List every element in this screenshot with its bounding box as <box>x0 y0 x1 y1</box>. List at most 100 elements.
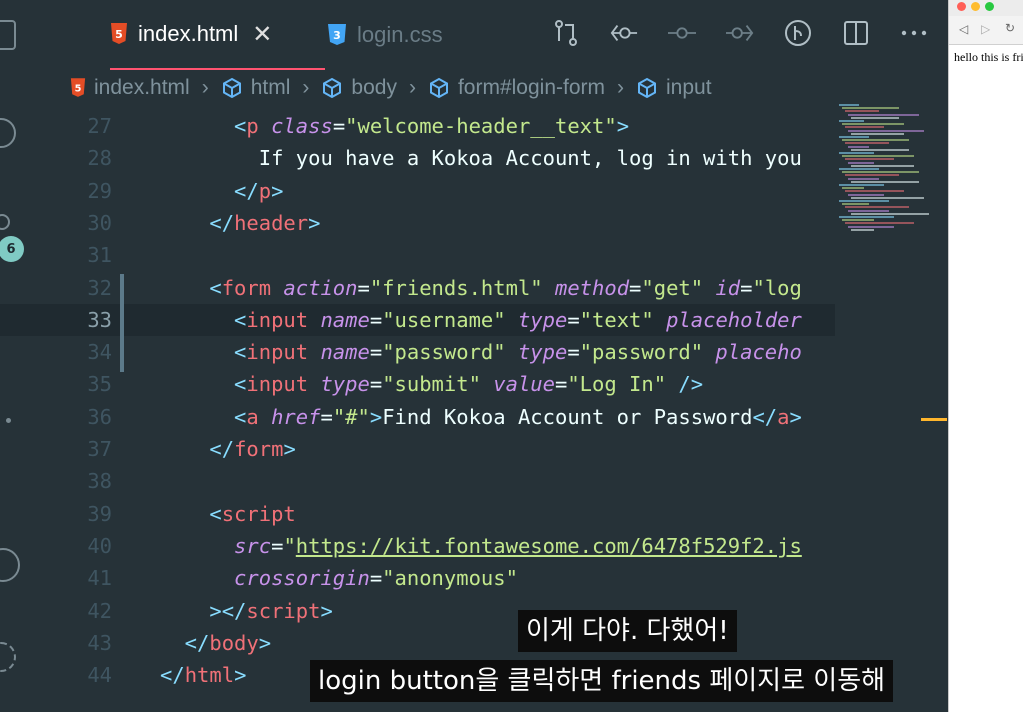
code-line[interactable]: 37 </form> <box>0 433 835 465</box>
minimap-line <box>851 212 929 215</box>
minimap-line <box>845 110 879 113</box>
code-text: <input type="submit" value="Log In" /> <box>160 372 704 397</box>
code-line[interactable]: 31 <box>0 239 835 271</box>
more-icon[interactable] <box>900 18 928 48</box>
window-controls <box>949 0 1023 16</box>
minimap-line <box>839 216 894 218</box>
code-line[interactable]: 39 <script <box>0 498 835 530</box>
code-line[interactable]: 30 </header> <box>0 207 835 239</box>
go-forward-commit-icon[interactable] <box>726 18 754 48</box>
compare-changes-icon[interactable] <box>552 18 580 48</box>
scrollbar-marker[interactable] <box>921 418 947 421</box>
breadcrumb-item[interactable]: index.html <box>94 76 190 100</box>
line-number: 31 <box>87 243 112 268</box>
minimap-line <box>851 148 909 151</box>
git-modified-gutter <box>120 274 124 372</box>
zoom-dot-icon[interactable] <box>985 2 994 11</box>
minimap-line <box>851 116 899 119</box>
go-back-commit-icon[interactable] <box>610 18 638 48</box>
breadcrumb-item[interactable]: form#login-form <box>458 76 605 100</box>
line-number: 33 <box>87 307 112 332</box>
code-line[interactable]: 40 src="https://kit.fontawesome.com/6478… <box>0 530 835 562</box>
minimize-dot-icon[interactable] <box>971 2 980 11</box>
minimap-line <box>842 139 909 142</box>
forward-icon[interactable]: ▷ <box>981 22 990 36</box>
minimap-line <box>851 164 914 167</box>
minimap-line <box>845 174 899 177</box>
chevron-right-icon: › <box>408 76 416 99</box>
subtitle-line-1: 이게 다야. 다했어! <box>518 610 737 652</box>
split-editor-icon[interactable] <box>842 18 870 48</box>
line-number: 36 <box>87 404 112 429</box>
minimap-line <box>848 177 879 180</box>
code-line[interactable]: 29 </p> <box>0 175 835 207</box>
minimap[interactable] <box>835 104 929 244</box>
back-icon[interactable]: ◁ <box>959 22 968 36</box>
code-line[interactable]: 33 <input name="username" type="text" pl… <box>0 303 835 336</box>
close-dot-icon[interactable] <box>957 2 966 11</box>
line-number: 34 <box>87 340 112 365</box>
minimap-line <box>839 152 874 154</box>
tab-login-css[interactable]: 3 login.css <box>327 0 443 70</box>
code-line[interactable]: 28 If you have a Kokoa Account, log in w… <box>0 142 835 174</box>
code-text: <p class="welcome-header__text"> <box>160 114 630 138</box>
line-number: 42 <box>87 598 112 623</box>
code-line[interactable]: 32 <form action="friends.html" method="g… <box>0 272 835 304</box>
minimap-line <box>848 145 869 148</box>
code-text: <a href="#">Find Kokoa Account or Passwo… <box>160 404 802 429</box>
line-number: 41 <box>87 566 112 591</box>
minimap-line <box>839 120 864 122</box>
minimap-line <box>851 228 874 231</box>
minimap-line <box>851 132 904 135</box>
minimap-line <box>842 155 914 158</box>
code-text: src="https://kit.fontawesome.com/6478f52… <box>160 533 802 558</box>
code-text: </html> <box>160 663 247 688</box>
minimap-line <box>842 171 919 174</box>
code-line[interactable]: 34 <input name="password" type="password… <box>0 336 835 368</box>
cube-icon <box>222 77 241 99</box>
code-line[interactable]: 36 <a href="#">Find Kokoa Account or Pas… <box>0 401 835 433</box>
reload-icon[interactable]: ↻ <box>1005 21 1015 35</box>
line-number: 32 <box>87 275 112 300</box>
code-line[interactable]: 27 <p class="welcome-header__text"> <box>0 110 835 142</box>
minimap-line <box>851 196 924 199</box>
chevron-right-icon: › <box>201 76 209 99</box>
line-number: 44 <box>87 663 112 688</box>
html5-icon: 5 <box>111 23 127 44</box>
commit-icon[interactable] <box>668 18 696 48</box>
minimap-line <box>842 107 899 110</box>
svg-text:5: 5 <box>75 84 82 95</box>
minimap-line <box>839 184 884 186</box>
git-lens-icon[interactable] <box>784 18 812 48</box>
cube-icon <box>429 77 448 99</box>
code-line[interactable]: 38 <box>0 465 835 497</box>
close-icon[interactable]: ✕ <box>252 20 272 49</box>
code-text: ></script> <box>160 598 333 623</box>
code-line[interactable]: 41 crossorigin="anonymous" <box>0 562 835 594</box>
subtitle-line-2: login button을 클릭하면 friends 페이지로 이동해 <box>310 660 894 702</box>
minimap-line <box>842 123 904 126</box>
breadcrumb-item[interactable]: input <box>666 76 712 100</box>
browser-preview: ◁ ▷ ↻ hello this is frie <box>948 0 1023 712</box>
minimap-line <box>848 193 884 196</box>
html5-icon: 5 <box>70 78 86 97</box>
chevron-right-icon: › <box>617 76 624 99</box>
minimap-line <box>848 225 894 228</box>
css3-icon: 3 <box>328 24 346 45</box>
tab-index-html[interactable]: 5 index.html ✕ <box>110 0 325 70</box>
minimap-line <box>839 168 879 170</box>
minimap-line <box>842 203 869 206</box>
browser-toolbar: ◁ ▷ ↻ <box>949 16 1023 45</box>
code-line[interactable]: 35 <input type="submit" value="Log In" /… <box>0 368 835 400</box>
line-number: 29 <box>87 178 112 203</box>
line-number: 37 <box>87 437 112 461</box>
minimap-line <box>848 129 924 132</box>
explorer-icon[interactable] <box>0 20 16 50</box>
minimap-line <box>848 209 889 212</box>
svg-text:3: 3 <box>333 29 341 42</box>
breadcrumb-item[interactable]: html <box>251 76 291 100</box>
preview-content: hello this is frie <box>954 50 1023 64</box>
line-number: 28 <box>87 146 112 171</box>
breadcrumb-item[interactable]: body <box>351 76 397 100</box>
minimap-line <box>839 200 889 202</box>
